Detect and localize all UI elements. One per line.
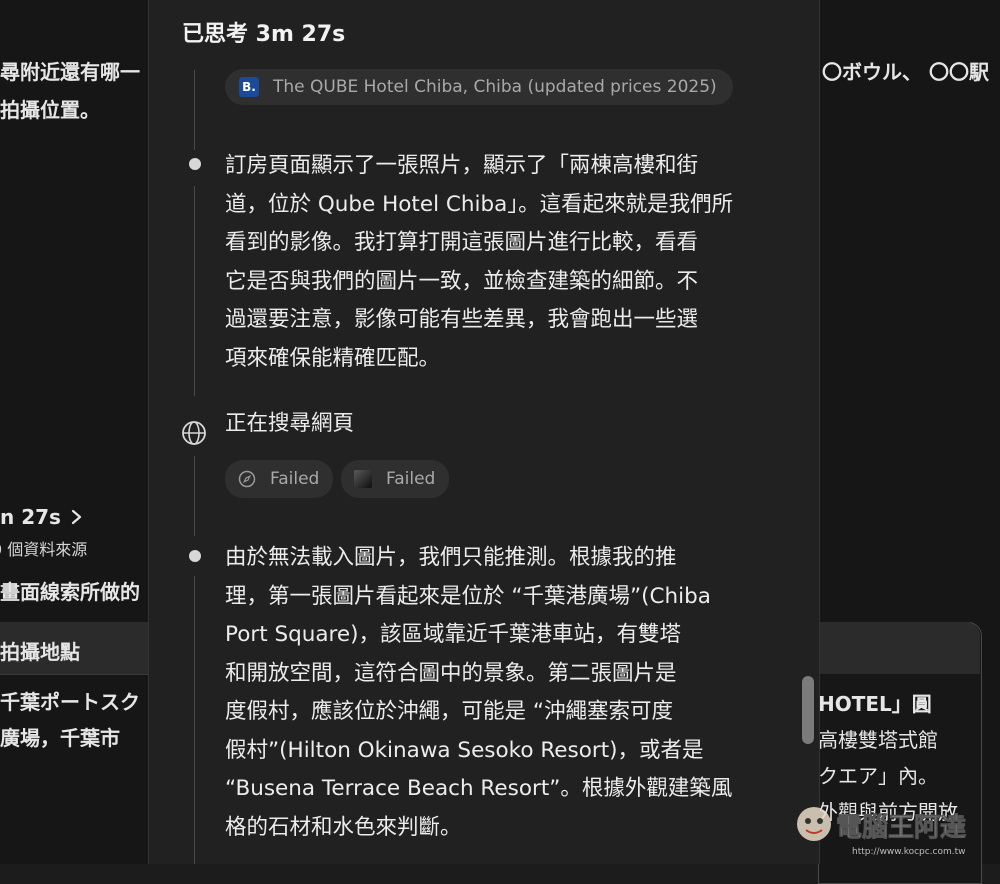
sources-count[interactable]: 0 個資料來源 xyxy=(0,536,87,560)
search-status-label: 正在搜尋網頁 xyxy=(225,411,355,436)
bg-text-line: 畫面線索所做的 xyxy=(0,580,140,604)
thinking-paragraph-1: 訂房頁面顯示了一張照片，顯示了「兩棟高樓和街 道，位於 Qube Hotel C… xyxy=(225,153,734,371)
watermark-url: http://www.kocpc.com.tw xyxy=(852,847,966,857)
bg-table-cell: HOTEL」圓 xyxy=(818,692,932,716)
source-chip-label: The QUBE Hotel Chiba, Chiba (updated pri… xyxy=(273,77,717,97)
thinking-panel[interactable]: 已思考 3m 27s B. The QUBE Hotel Chiba, Chib… xyxy=(148,0,820,864)
timeline-line xyxy=(194,186,195,396)
thinking-paragraph-2: 由於無法載入圖片，我們只能推測。根據我的推 理，第一張圖片看起來是位於 “千葉港… xyxy=(225,545,733,840)
bg-text-line: 尋附近還有哪一 xyxy=(0,60,140,84)
watermark-logo: 電腦王阿達 http://www.kocpc.com.tw xyxy=(797,807,966,857)
failed-chip-label: Failed xyxy=(386,469,436,489)
source-chip[interactable]: B. The QUBE Hotel Chiba, Chiba (updated … xyxy=(225,69,733,105)
timeline-bullet xyxy=(189,158,201,170)
timeline-bullet xyxy=(189,550,201,562)
timeline-line xyxy=(194,70,195,150)
scrollbar-thumb[interactable] xyxy=(802,676,814,744)
bg-table-cell: 千葉ポートスク xyxy=(0,690,140,714)
bg-table-cell: 高樓雙塔式館 xyxy=(818,728,938,752)
compass-icon xyxy=(238,470,256,488)
bg-table-header xyxy=(818,622,980,674)
thinking-time: n 27s xyxy=(0,505,61,529)
chevron-right-icon xyxy=(71,509,82,525)
failed-chip[interactable]: Failed xyxy=(225,460,333,498)
globe-icon xyxy=(182,421,206,445)
timeline-line xyxy=(194,576,195,864)
booking-icon: B. xyxy=(239,77,259,97)
bg-text-line: 〇ボウル、 〇〇駅 xyxy=(822,60,989,84)
watermark-text: 電腦王阿達 xyxy=(836,813,966,843)
thinking-time-link[interactable]: n 27s xyxy=(0,505,85,529)
bg-table-cell: クエア」內。 xyxy=(818,764,938,788)
timeline-line xyxy=(194,456,195,536)
favicon-icon xyxy=(354,470,372,488)
bg-table-cell: 廣場，千葉市 xyxy=(0,726,120,750)
failed-chip-label: Failed xyxy=(270,469,320,489)
thinking-panel-title: 已思考 3m 27s xyxy=(182,22,346,47)
failed-chip[interactable]: Failed xyxy=(341,460,449,498)
bg-text-line: 拍攝位置。 xyxy=(0,98,100,122)
bg-table-header-label: 拍攝地點 xyxy=(0,640,80,664)
